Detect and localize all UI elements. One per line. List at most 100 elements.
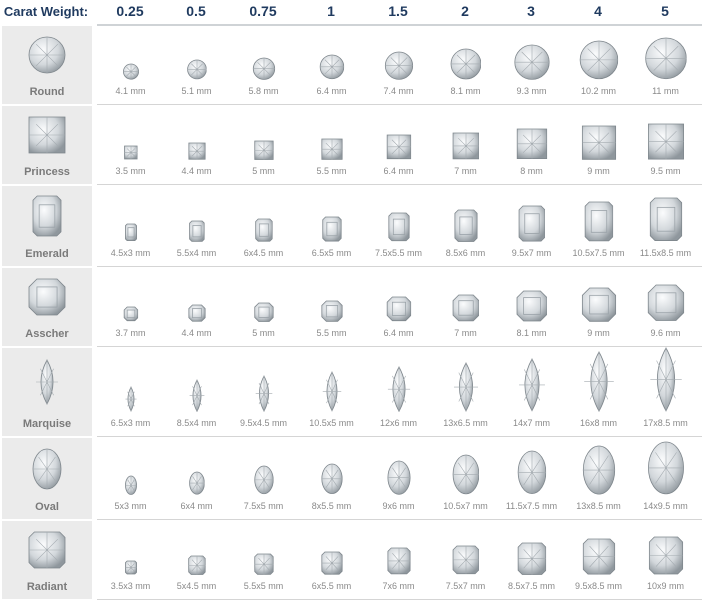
size-cell: 7 mm (432, 268, 499, 346)
size-cell: 8x5.5 mm (298, 438, 365, 519)
shape-name: Princess (24, 166, 70, 178)
size-label: 12x6 mm (379, 418, 417, 428)
oval-diamond-icon (124, 475, 137, 495)
shape-label-cell: Asscher (2, 268, 92, 346)
round-diamond-icon (450, 48, 481, 80)
size-label: 7 mm (454, 328, 477, 338)
princess-diamond-icon (581, 125, 616, 160)
size-label: 7.5x5.5 mm (374, 248, 423, 258)
carat-header-1: 1 (327, 3, 335, 19)
emerald-diamond-icon (32, 195, 62, 237)
oval-diamond-icon (452, 454, 479, 495)
marquise-diamond-icon (124, 386, 137, 412)
radiant-diamond-icon (582, 538, 615, 575)
size-cell: 13x6.5 mm (432, 348, 499, 436)
shape-name: Asscher (25, 328, 69, 340)
size-cell: 9.5x4.5 mm (230, 348, 297, 436)
size-cell: 9.5x7 mm (498, 186, 565, 266)
radiant-diamond-icon (187, 555, 206, 575)
size-label: 11 mm (652, 86, 679, 96)
size-cell: 9.5x8.5 mm (565, 521, 632, 599)
size-cell: 8.1 mm (432, 26, 499, 104)
shape-label-cell: Round (2, 26, 92, 104)
size-cell: 10.5x5 mm (298, 348, 365, 436)
princess-diamond-icon (452, 132, 479, 160)
size-label: 9.5x4.5 mm (239, 418, 288, 428)
size-label: 9 mm (587, 166, 610, 176)
emerald-diamond-icon (188, 220, 205, 242)
size-label: 9.3 mm (516, 86, 547, 96)
emerald-diamond-icon (124, 223, 137, 242)
size-label: 3.7 mm (115, 328, 146, 338)
size-cell: 7.5x7 mm (432, 521, 499, 599)
size-cell: 3.5x3 mm (97, 521, 164, 599)
row-divider (97, 104, 702, 105)
size-cell: 6x5.5 mm (298, 521, 365, 599)
carat-header-0.25: 0.25 (116, 3, 144, 19)
size-cell: 6.5x3 mm (97, 348, 164, 436)
shape-name: Radiant (26, 581, 68, 593)
size-cell: 14x7 mm (498, 348, 565, 436)
size-cell: 8 mm (498, 106, 565, 184)
emerald-diamond-icon (454, 209, 478, 242)
shape-row-radiant: Radiant 3.5x3 mm 5x4.5 mm 5.5x5 mm 6x5.5 mm 7… (0, 521, 702, 600)
princess-diamond-icon (28, 116, 66, 154)
princess-diamond-icon (320, 138, 343, 160)
size-label: 5.5x5 mm (243, 581, 284, 591)
size-cell: 8.5x4 mm (163, 348, 230, 436)
round-diamond-icon (579, 40, 618, 80)
emerald-diamond-icon (518, 205, 545, 242)
princess-diamond-icon (516, 129, 547, 160)
shape-row-round: Round 4.1 mm 5.1 mm 5.8 mm 6.4 mm 7.4 mm 8.1 m… (0, 26, 702, 105)
size-cell: 5.5x5 mm (230, 521, 297, 599)
size-label: 6x4 mm (180, 501, 213, 511)
size-cell: 10.2 mm (565, 26, 632, 104)
size-label: 4.1 mm (115, 86, 146, 96)
size-label: 8.5x6 mm (445, 248, 486, 258)
size-cell: 6.4 mm (298, 26, 365, 104)
size-cell: 6x4 mm (163, 438, 230, 519)
shape-name: Round (29, 86, 65, 98)
size-cell: 8.1 mm (498, 268, 565, 346)
shape-row-marquise: Marquise 6.5x3 mm 8.5x4 mm 9.5x4.5 mm 10.5x5… (0, 347, 702, 437)
size-label: 13x8.5 mm (576, 501, 621, 511)
size-label: 9x6 mm (382, 501, 415, 511)
size-cell: 5.1 mm (163, 26, 230, 104)
size-cell: 5 mm (230, 268, 297, 346)
oval-diamond-icon (253, 465, 274, 495)
carat-header-4: 4 (594, 3, 602, 19)
marquise-diamond-icon (255, 374, 272, 412)
size-cell: 3.7 mm (97, 268, 164, 346)
carat-header-0.75: 0.75 (249, 3, 277, 19)
size-label: 5.8 mm (248, 86, 279, 96)
size-label: 8 mm (520, 166, 543, 176)
radiant-diamond-icon (28, 531, 66, 569)
princess-diamond-icon (253, 140, 274, 160)
round-diamond-icon (252, 57, 275, 80)
size-cell: 7 mm (432, 106, 499, 184)
size-label: 8.1 mm (516, 328, 547, 338)
size-cell: 9x6 mm (365, 438, 432, 519)
asscher-diamond-icon (581, 287, 616, 322)
row-divider (97, 184, 702, 185)
oval-diamond-icon (387, 460, 411, 495)
shape-row-asscher: Asscher 3.7 mm 4.4 mm 5 mm 5.5 mm 6.4 mm 7 mm 8… (0, 268, 702, 347)
oval-diamond-icon (32, 448, 62, 489)
princess-diamond-icon (647, 123, 684, 160)
radiant-diamond-icon (320, 551, 343, 575)
asscher-diamond-icon (28, 278, 66, 316)
size-cell: 6x4.5 mm (230, 186, 297, 266)
size-cell: 16x8 mm (565, 348, 632, 436)
size-label: 9.5x7 mm (511, 248, 552, 258)
size-cell: 4.1 mm (97, 26, 164, 104)
oval-diamond-icon (517, 451, 546, 495)
size-label: 11.5x8.5 mm (639, 248, 692, 258)
size-label: 8.1 mm (450, 86, 481, 96)
size-label: 10.2 mm (580, 86, 616, 96)
princess-diamond-icon (187, 142, 206, 160)
row-divider (97, 519, 702, 520)
princess-diamond-icon (123, 145, 138, 160)
size-cell: 10.5x7.5 mm (565, 186, 632, 266)
emerald-diamond-icon (321, 216, 342, 242)
size-label: 16x8 mm (579, 418, 617, 428)
